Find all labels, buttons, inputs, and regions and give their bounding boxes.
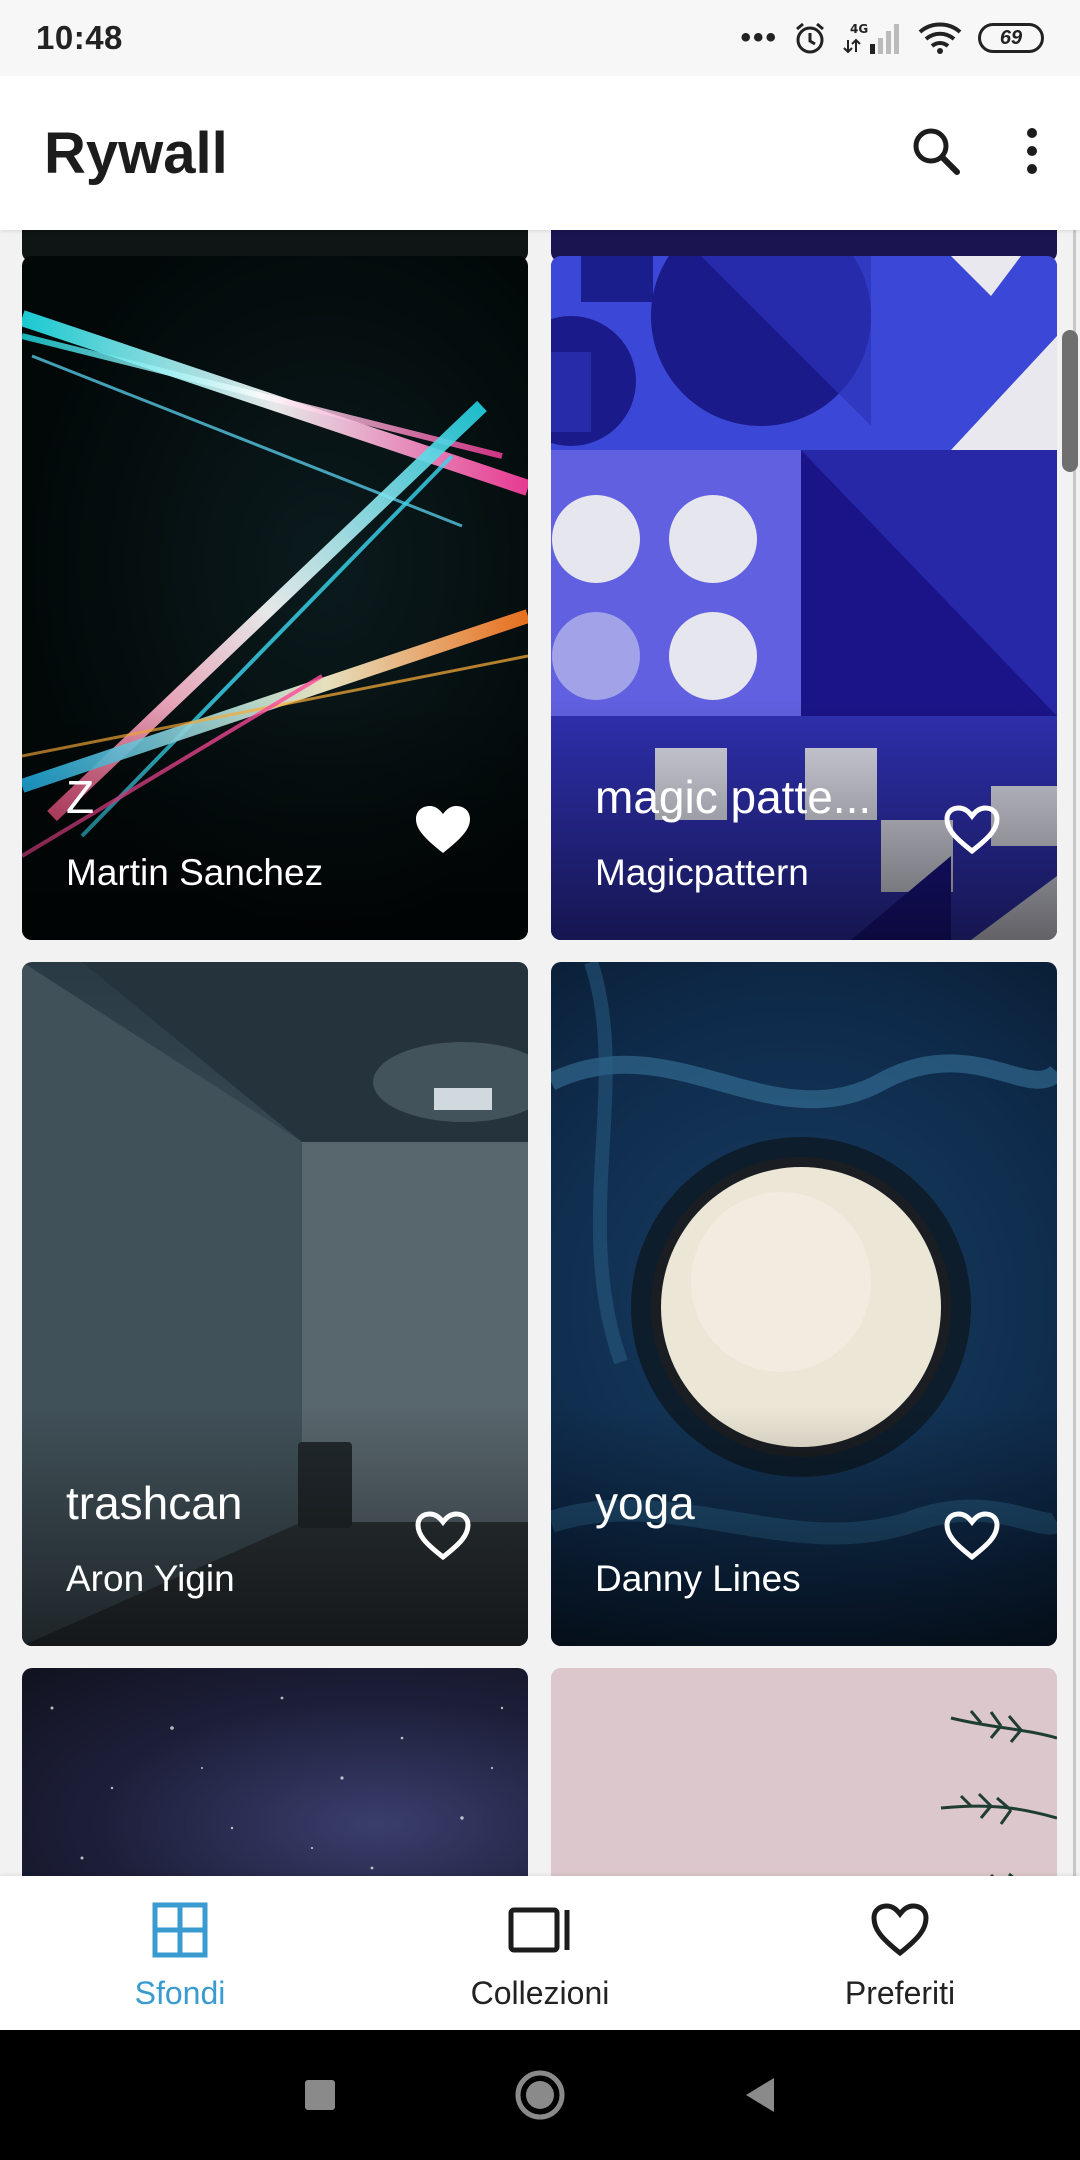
nav-item-sfondi[interactable]: Sfondi <box>0 1876 360 2030</box>
app-bar: Rywall <box>0 76 1080 230</box>
app-bar-actions <box>910 76 1040 230</box>
wallpaper-grid[interactable]: Z Martin Sanchez magic patte... Magicpat… <box>0 230 1080 1876</box>
alarm-icon <box>792 20 828 56</box>
wallpaper-card[interactable]: trashcan Aron Yigin <box>22 962 528 1646</box>
wallpaper-title: Z <box>66 771 95 823</box>
bottom-navigation: Sfondi Collezioni Preferiti <box>0 1876 1080 2030</box>
heart-icon <box>870 1902 930 1963</box>
system-navigation-bar <box>0 2030 1080 2160</box>
square-icon <box>305 2080 335 2110</box>
heart-icon[interactable] <box>943 1510 1001 1562</box>
nav-label: Preferiti <box>844 1975 956 2011</box>
circle-icon <box>515 2070 565 2120</box>
wallpaper-card-partial[interactable] <box>551 1668 1057 1876</box>
wallpaper-card[interactable]: magic patte... Magicpattern <box>551 256 1057 940</box>
nav-label: Collezioni <box>470 1975 610 2011</box>
network-type: 4G <box>850 22 868 36</box>
wallpaper-title: trashcan <box>66 1477 243 1529</box>
status-icons: ••• 4G 69 <box>740 0 1044 76</box>
heart-icon[interactable] <box>414 804 472 856</box>
back-button[interactable] <box>650 2076 870 2114</box>
nav-label: Sfondi <box>134 1975 226 2011</box>
wallpaper-title: magic patte... <box>595 771 872 823</box>
wallpaper-card[interactable]: yoga Danny Lines <box>551 962 1057 1646</box>
battery-indicator: 69 <box>978 23 1044 53</box>
home-button[interactable] <box>430 2069 650 2121</box>
scroll-track <box>1073 230 1076 1876</box>
signal-icon: 4G <box>842 20 902 56</box>
heart-icon[interactable] <box>414 1510 472 1562</box>
heart-icon[interactable] <box>943 804 1001 856</box>
wallpaper-card[interactable]: Z Martin Sanchez <box>22 256 528 940</box>
wallpaper-title: yoga <box>595 1477 695 1529</box>
notification-dots: ••• <box>740 21 778 54</box>
nav-item-collezioni[interactable]: Collezioni <box>360 1876 720 2030</box>
nav-item-preferiti[interactable]: Preferiti <box>720 1876 1080 2030</box>
scrollbar[interactable] <box>1062 330 1078 472</box>
back-triangle-icon <box>746 2078 774 2112</box>
search-icon[interactable] <box>910 125 962 182</box>
status-bar: 10:48 ••• 4G 69 <box>0 0 1080 76</box>
wallpaper-author: Danny Lines <box>595 1558 801 1599</box>
collections-icon <box>507 1902 573 1963</box>
wallpaper-author: Martin Sanchez <box>66 852 324 893</box>
wallpaper-image <box>50 1696 504 1870</box>
wallpaper-image <box>940 1710 1057 1876</box>
grid-icon <box>152 1902 208 1963</box>
status-time: 10:48 <box>36 19 123 56</box>
recents-button[interactable] <box>210 2078 430 2112</box>
wallpaper-author: Aron Yigin <box>66 1558 235 1599</box>
wifi-icon <box>916 20 964 56</box>
wallpaper-author: Magicpattern <box>595 852 809 893</box>
more-vert-icon[interactable] <box>1024 127 1040 180</box>
wallpaper-card-partial[interactable] <box>22 1668 528 1876</box>
app-title: Rywall <box>44 120 228 186</box>
